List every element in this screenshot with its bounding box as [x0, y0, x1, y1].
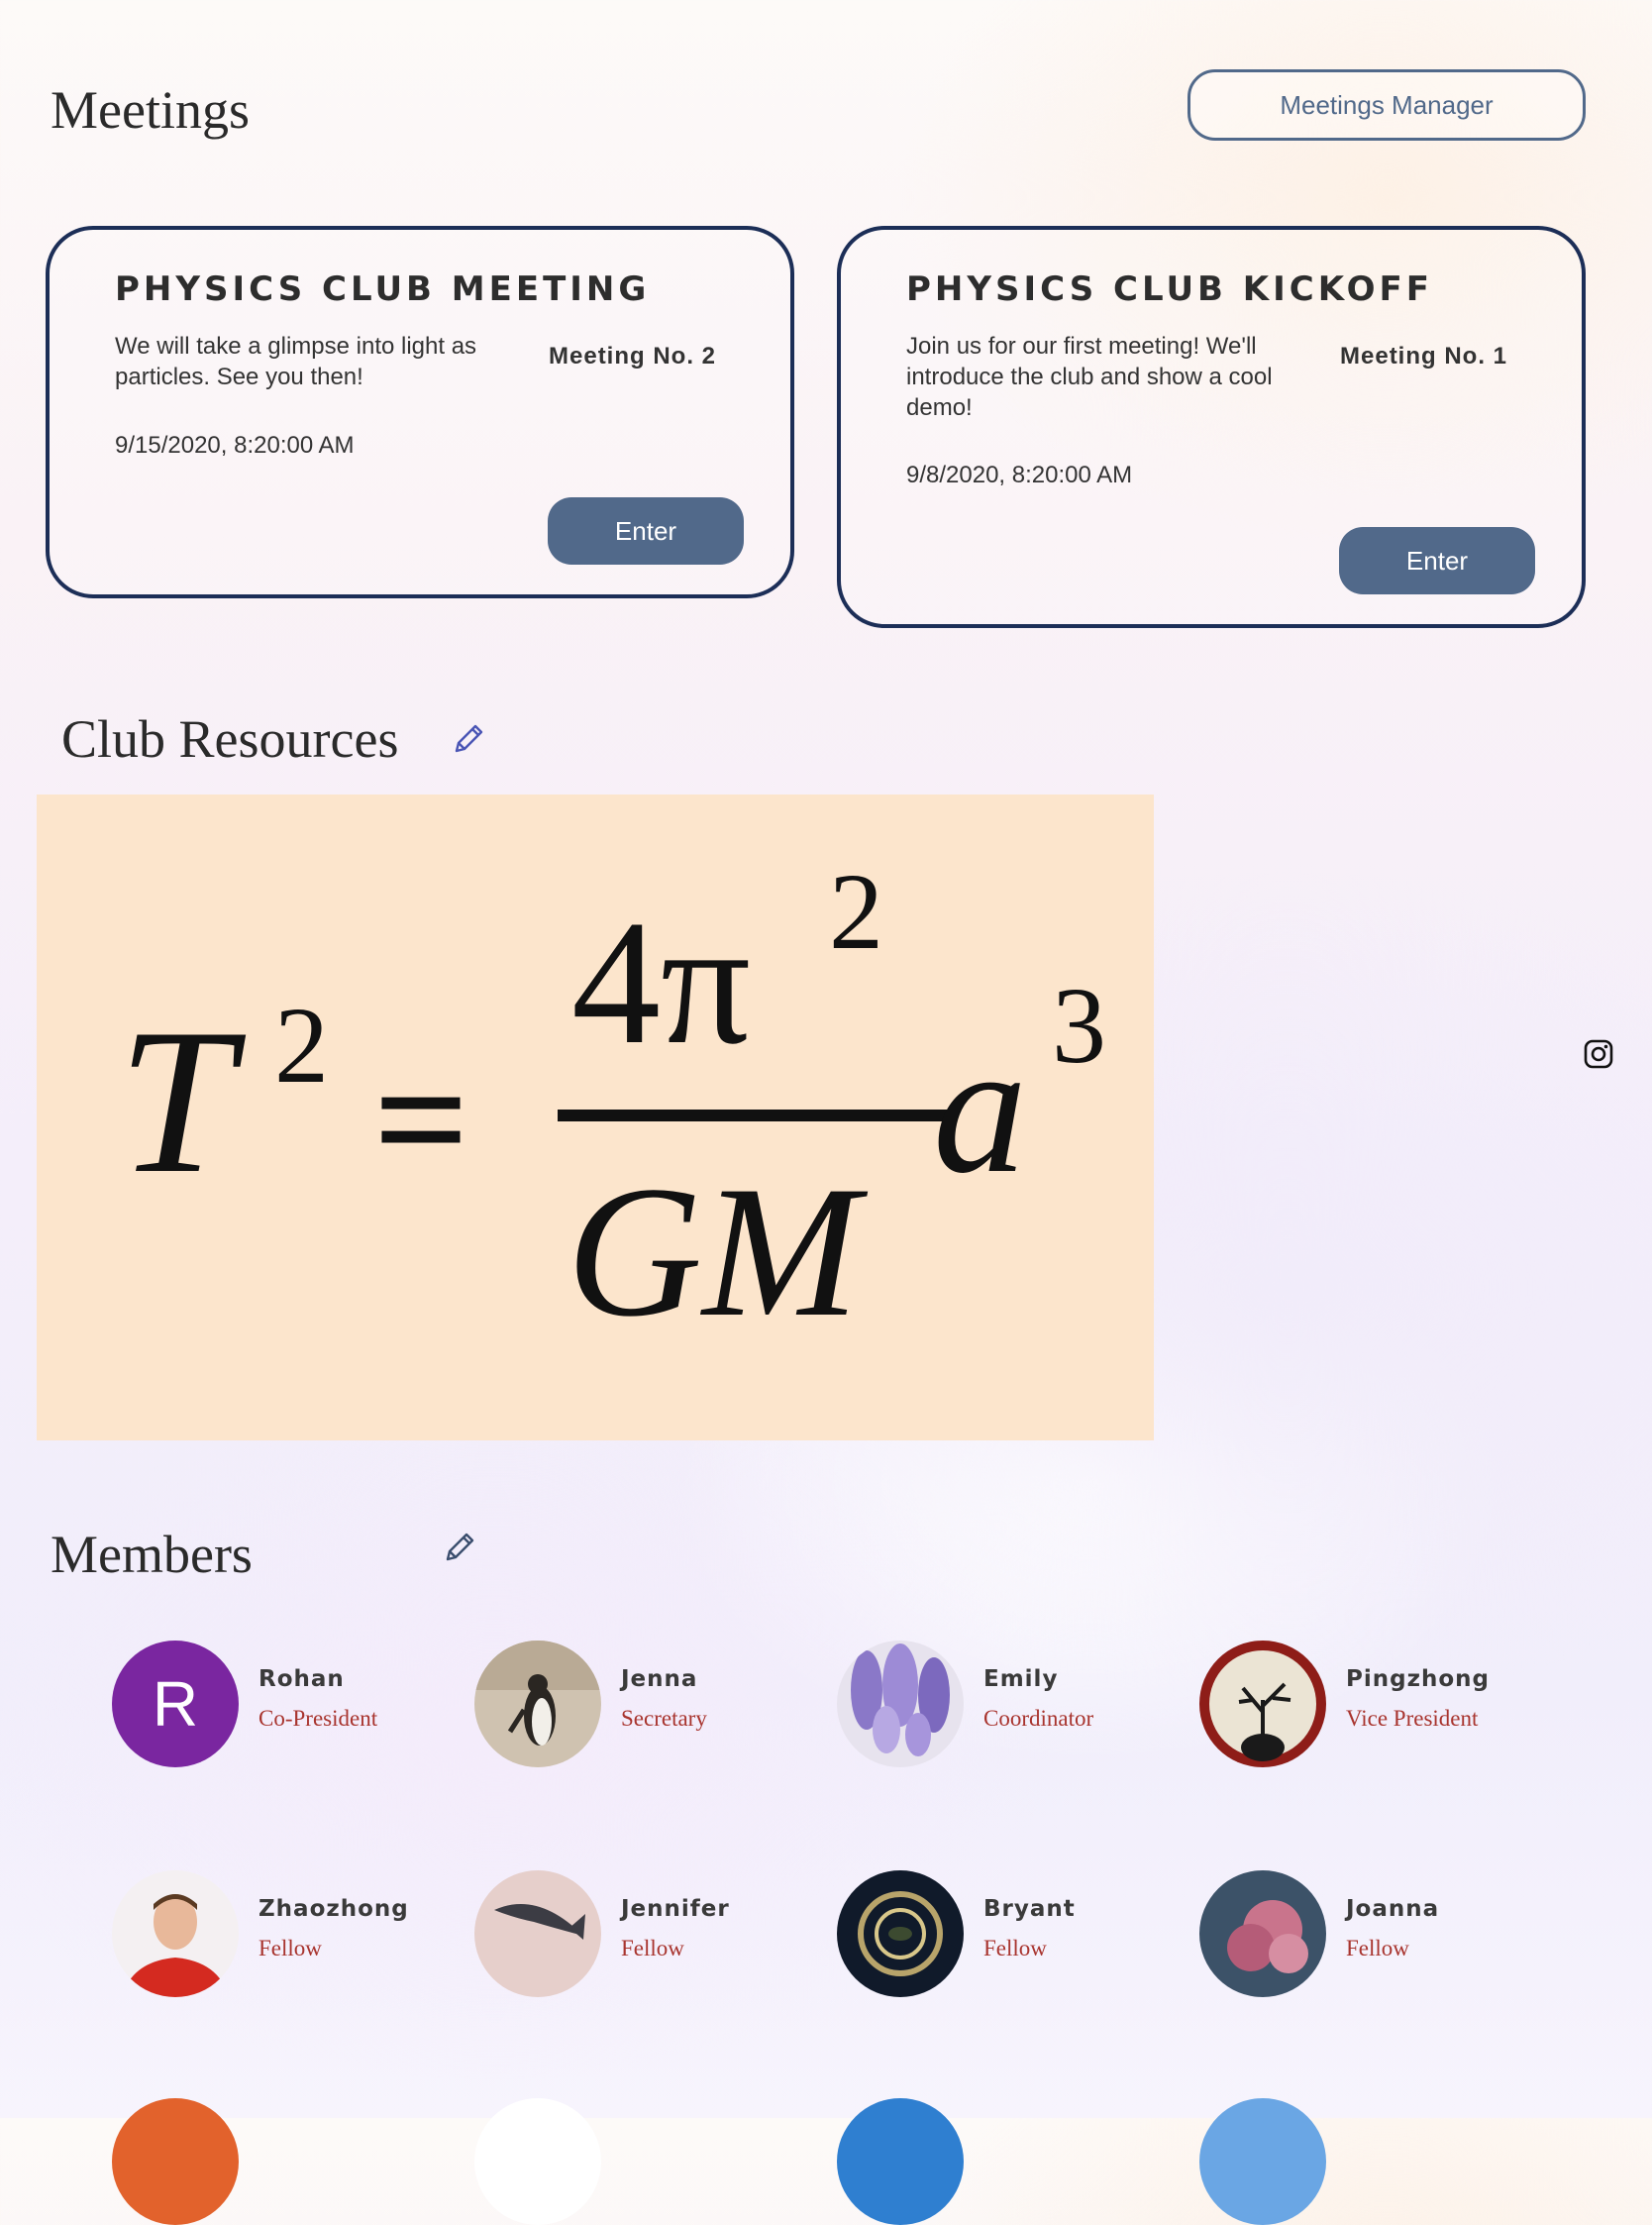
member-name: Zhaozhong [258, 1896, 409, 1922]
formula-numerator-exp: 2 [829, 851, 883, 972]
formula-lhs: T [118, 987, 247, 1217]
meeting-datetime: 9/15/2020, 8:20:00 AM [115, 432, 355, 459]
pencil-icon[interactable] [442, 1530, 477, 1565]
member-name: Bryant [983, 1896, 1076, 1922]
avatar [837, 1870, 964, 1997]
member-name: Jennifer [621, 1896, 730, 1922]
formula-numerator: 4π [571, 884, 751, 1081]
member-card-jenna[interactable]: Jenna Secretary [474, 1641, 801, 1769]
formula-rhs: a [933, 1005, 1027, 1213]
member-card-jennifer[interactable]: Jennifer Fellow [474, 1870, 801, 1999]
member-role: Fellow [1346, 1936, 1409, 1960]
member-name: Rohan [258, 1666, 345, 1692]
meeting-description: We will take a glimpse into light as par… [115, 333, 477, 390]
member-name: Emily [983, 1666, 1059, 1692]
meeting-description: Join us for our first meeting! We'll int… [906, 333, 1273, 421]
meeting-datetime: 9/8/2020, 8:20:00 AM [906, 462, 1133, 488]
member-card-emily[interactable]: Emily Coordinator [837, 1641, 1164, 1769]
resource-formula-image[interactable]: T 2 = 4π 2 GM a 3 [37, 795, 1154, 1440]
meeting-number: Meeting No. 2 [549, 343, 717, 370]
enter-button[interactable]: Enter [548, 497, 744, 565]
avatar [474, 1870, 601, 1997]
member-role: Fellow [258, 1936, 322, 1960]
member-role: Secretary [621, 1706, 707, 1731]
fraction-bar [558, 1110, 952, 1121]
avatar[interactable] [1199, 2098, 1326, 2225]
member-role: Coordinator [983, 1706, 1094, 1731]
club-resources-title: Club Resources [61, 709, 399, 769]
member-name: Pingzhong [1346, 1666, 1490, 1692]
member-card-zhaozhong[interactable]: Zhaozhong Fellow [112, 1870, 439, 1999]
enter-button[interactable]: Enter [1339, 527, 1535, 594]
formula-rhs-exp: 3 [1052, 965, 1106, 1086]
pencil-icon[interactable] [451, 721, 486, 757]
avatar-initial: R [152, 1668, 199, 1740]
member-card-bryant[interactable]: Bryant Fellow [837, 1870, 1164, 1999]
member-card-rohan[interactable]: R Rohan Co-President [112, 1641, 439, 1769]
meetings-manager-button[interactable]: Meetings Manager [1187, 69, 1586, 141]
meeting-title: PHYSICS CLUB MEETING [115, 269, 651, 309]
avatar [1199, 1870, 1326, 1997]
meeting-number: Meeting No. 1 [1340, 343, 1508, 370]
meeting-card: PHYSICS CLUB MEETING We will take a glim… [46, 226, 794, 598]
member-name: Jenna [621, 1666, 698, 1692]
member-role: Co-President [258, 1706, 378, 1731]
avatar: R [112, 1641, 239, 1767]
members-title: Members [51, 1525, 253, 1584]
member-card-pingzhong[interactable]: Pingzhong Vice President [1199, 1641, 1526, 1769]
member-role: Vice President [1346, 1706, 1479, 1731]
avatar [837, 1641, 964, 1767]
avatar [474, 1641, 601, 1767]
kepler-formula: T 2 = 4π 2 GM a 3 [118, 851, 1106, 1356]
member-name: Joanna [1346, 1896, 1440, 1922]
meetings-title: Meetings [51, 80, 250, 140]
member-card-joanna[interactable]: Joanna Fellow [1199, 1870, 1526, 1999]
member-role: Fellow [621, 1936, 684, 1960]
avatar [1199, 1641, 1326, 1767]
formula-lhs-exp: 2 [274, 985, 329, 1106]
avatar [112, 1870, 239, 1997]
member-role: Fellow [983, 1936, 1047, 1960]
avatar[interactable] [474, 2098, 601, 2225]
avatar[interactable] [112, 2098, 239, 2225]
formula-denominator: GM [567, 1148, 868, 1356]
formula-eq: = [373, 1026, 469, 1213]
meeting-title: PHYSICS CLUB KICKOFF [906, 269, 1433, 309]
meeting-card: PHYSICS CLUB KICKOFF Join us for our fir… [837, 226, 1586, 628]
instagram-icon[interactable] [1584, 1039, 1613, 1069]
avatar[interactable] [837, 2098, 964, 2225]
